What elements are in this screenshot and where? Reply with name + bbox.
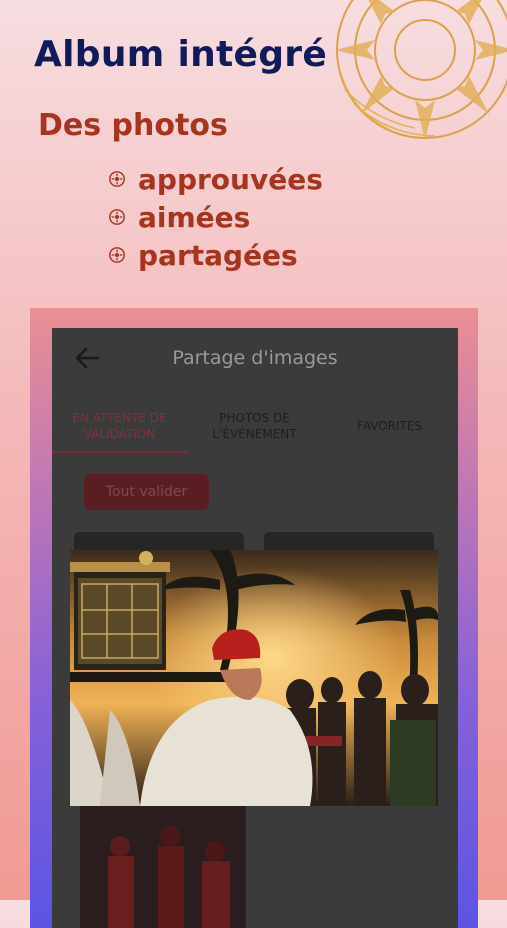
feature-item: partagées [108,236,323,274]
promo-headline: Album intégré [34,34,328,75]
flower-bullet-icon [109,247,125,263]
feature-label: approuvées [138,162,323,196]
flower-bullet-icon [109,171,125,187]
app-title: Partage d'images [172,347,338,369]
active-tab-indicator [52,451,187,453]
thumbnail-image [80,806,246,928]
feature-item: aimées [108,198,323,236]
event-photo[interactable] [70,550,438,806]
promo-subhead: Des photos [38,108,228,143]
feature-label: aimées [138,200,251,234]
tab-favorites[interactable]: FAVORITES [322,404,457,448]
feature-list: approuvées aimées partagées [108,160,323,274]
flower-bullet-icon [109,209,125,225]
tab-event-photos[interactable]: PHOTOS DE L'ÉVÉNEMENT [187,404,322,448]
mandala-ornament [335,0,507,140]
tab-bar: EN ATTENTE DE VALIDATION PHOTOS DE L'ÉVÉ… [52,404,458,454]
feature-item: approuvées [108,160,323,198]
app-bar: Partage d'images [52,328,458,388]
photo-thumbnail[interactable] [80,806,246,928]
validate-all-button[interactable]: Tout valider [84,474,209,510]
feature-label: partagées [138,238,298,272]
tab-pending-validation[interactable]: EN ATTENTE DE VALIDATION [52,404,187,448]
